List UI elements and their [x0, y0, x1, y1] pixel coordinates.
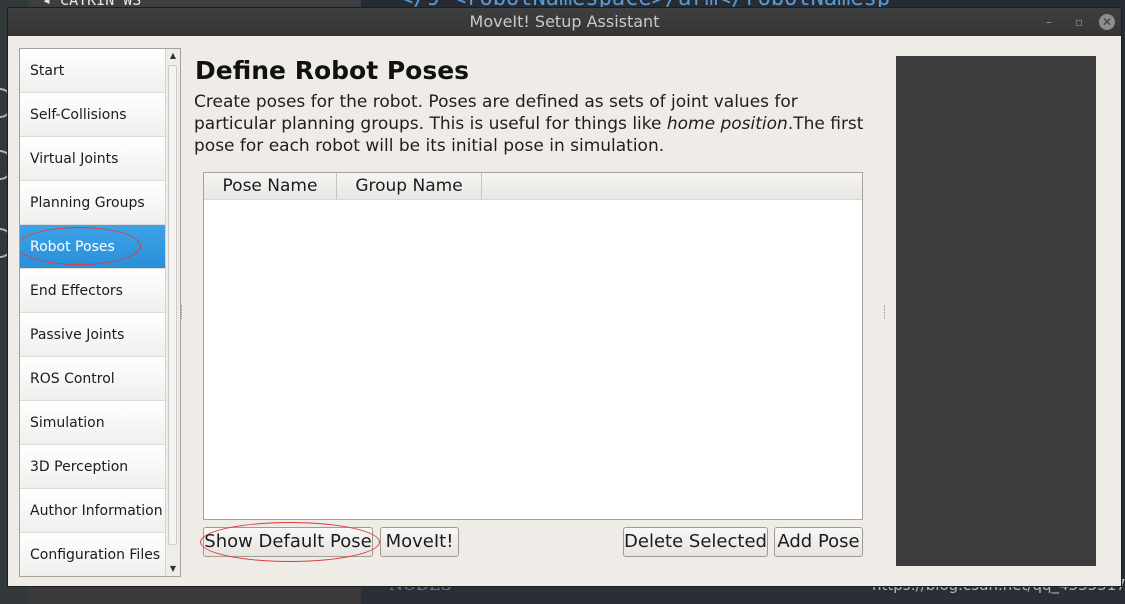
scroll-down-icon[interactable]: ▼: [166, 562, 180, 576]
window-title: MoveIt! Setup Assistant: [469, 12, 660, 31]
sidebar-item-virtual-joints[interactable]: Virtual Joints: [20, 137, 165, 181]
delete-selected-button[interactable]: Delete Selected: [623, 527, 768, 557]
sidebar-item-robot-poses[interactable]: Robot Poses: [20, 225, 165, 269]
sidebar-scrollbar[interactable]: ▲ ▼: [165, 49, 180, 576]
robot-preview-panel[interactable]: [896, 56, 1096, 566]
minimize-icon[interactable]: –: [1039, 12, 1059, 32]
window-controls: – ▫ ✕: [1039, 12, 1115, 32]
add-pose-button[interactable]: Add Pose: [774, 527, 863, 557]
annotation-oval: [200, 522, 380, 562]
scroll-up-icon[interactable]: ▲: [166, 49, 180, 63]
sidebar-item-configuration-files[interactable]: Configuration Files: [20, 533, 165, 576]
sidebar-item-start[interactable]: Start: [20, 49, 165, 93]
navigation-sidebar: Start Self-Collisions Virtual Joints Pla…: [19, 48, 181, 577]
column-header-group-name[interactable]: Group Name: [337, 173, 482, 199]
sidebar-item-self-collisions[interactable]: Self-Collisions: [20, 93, 165, 137]
sidebar-item-3d-perception[interactable]: 3D Perception: [20, 445, 165, 489]
restore-icon[interactable]: ▫: [1069, 12, 1089, 32]
page-description: Create poses for the robot. Poses are de…: [194, 91, 884, 157]
table-header: Pose Name Group Name: [204, 173, 862, 200]
sidebar-item-simulation[interactable]: Simulation: [20, 401, 165, 445]
poses-table[interactable]: Pose Name Group Name: [203, 172, 863, 520]
sidebar-splitter-handle[interactable]: [181, 305, 184, 319]
column-header-pose-name[interactable]: Pose Name: [204, 173, 337, 199]
sidebar-item-end-effectors[interactable]: End Effectors: [20, 269, 165, 313]
sidebar-item-passive-joints[interactable]: Passive Joints: [20, 313, 165, 357]
navigation-list: Start Self-Collisions Virtual Joints Pla…: [20, 49, 165, 576]
description-emphasis: home position: [666, 114, 788, 134]
moveit-button[interactable]: MoveIt!: [380, 527, 459, 557]
title-bar[interactable]: MoveIt! Setup Assistant – ▫ ✕: [8, 8, 1121, 36]
close-icon[interactable]: ✕: [1099, 14, 1115, 30]
annotation-circle: [20, 227, 141, 265]
preview-splitter-handle[interactable]: [884, 305, 887, 319]
background-strip: [28, 586, 361, 604]
sidebar-item-author-information[interactable]: Author Information: [20, 489, 165, 533]
setup-assistant-window: MoveIt! Setup Assistant – ▫ ✕ Start Self…: [8, 8, 1121, 586]
sidebar-item-ros-control[interactable]: ROS Control: [20, 357, 165, 401]
scroll-thumb[interactable]: [168, 65, 177, 545]
sidebar-item-planning-groups[interactable]: Planning Groups: [20, 181, 165, 225]
page-title: Define Robot Poses: [195, 56, 470, 85]
